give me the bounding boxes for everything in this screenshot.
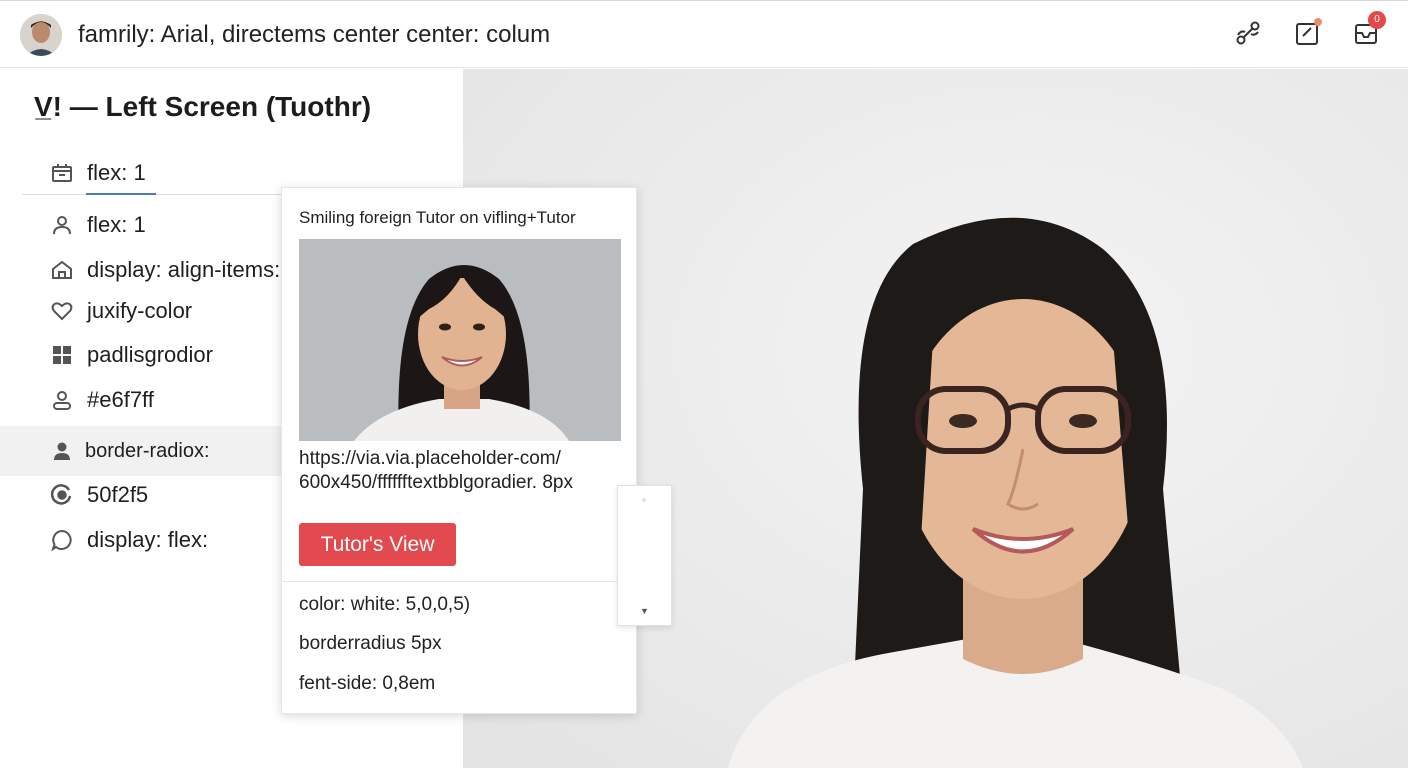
- sidebar-item-label: display: flex:: [87, 527, 209, 552]
- card-photo: [299, 239, 621, 441]
- heart-icon: [48, 297, 76, 325]
- chevron-down-icon[interactable]: ▼: [640, 606, 649, 616]
- home-icon: [48, 256, 76, 284]
- card-style-line: borderradius 5px: [299, 633, 442, 654]
- sidebar-item-label: border-radiox:: [85, 439, 210, 462]
- edit-note-icon[interactable]: [1291, 17, 1323, 49]
- sidebar-item-label: flex: 1: [87, 212, 146, 237]
- active-tab-indicator: [86, 193, 156, 195]
- scroll-indicator: [642, 498, 646, 502]
- person-filled-icon: [48, 437, 76, 465]
- header-title: famrily: Arial, directems center center:…: [78, 21, 551, 48]
- person-icon: [48, 386, 76, 414]
- card-url-text: https://via.via.placeholder-com/ 600x450…: [299, 447, 629, 495]
- tutor-card-popup: Smiling foreign Tutor on vifling+Tutor h…: [281, 187, 637, 714]
- calendar-icon: [48, 159, 76, 187]
- scroll-dropdown[interactable]: ▼: [617, 485, 672, 626]
- sidebar-item-label: #e6f7ff: [87, 387, 154, 412]
- avatar[interactable]: [20, 14, 62, 56]
- card-style-line: color: white: 5,0,0,5): [299, 594, 471, 615]
- card-url-line-1: https://via.via.placeholder-com/: [299, 448, 561, 469]
- panel-title: V̲! — Left Screen (Tuothr): [34, 91, 372, 122]
- sidebar-item-label: 50f2f5: [87, 482, 149, 507]
- user-icon: [48, 211, 76, 239]
- target-icon: [48, 481, 76, 509]
- sidebar-item-label: display: align-items:: [87, 257, 281, 282]
- share-route-icon[interactable]: [1232, 17, 1264, 49]
- card-style-line: fent-side: 0,8em: [299, 673, 436, 694]
- top-header: famrily: Arial, directems center center:…: [0, 0, 1408, 68]
- tutors-view-button[interactable]: Tutor's View: [299, 523, 456, 566]
- sidebar-item-label: padlisgrodior: [87, 342, 213, 367]
- inbox-icon[interactable]: 0: [1350, 11, 1386, 49]
- card-divider: [282, 581, 618, 582]
- card-url-line-2: 600x450/fffffftextbblgoradier. 8px: [299, 472, 573, 493]
- grid-icon: [48, 341, 76, 369]
- sidebar-item-label: flex: 1: [87, 160, 146, 185]
- notification-dot: [1314, 18, 1322, 26]
- card-caption: Smiling foreign Tutor on vifling+Tutor: [299, 208, 576, 227]
- chat-icon: [48, 526, 76, 554]
- sidebar-item-label: juxify-color: [87, 298, 193, 323]
- inbox-badge: 0: [1368, 11, 1386, 29]
